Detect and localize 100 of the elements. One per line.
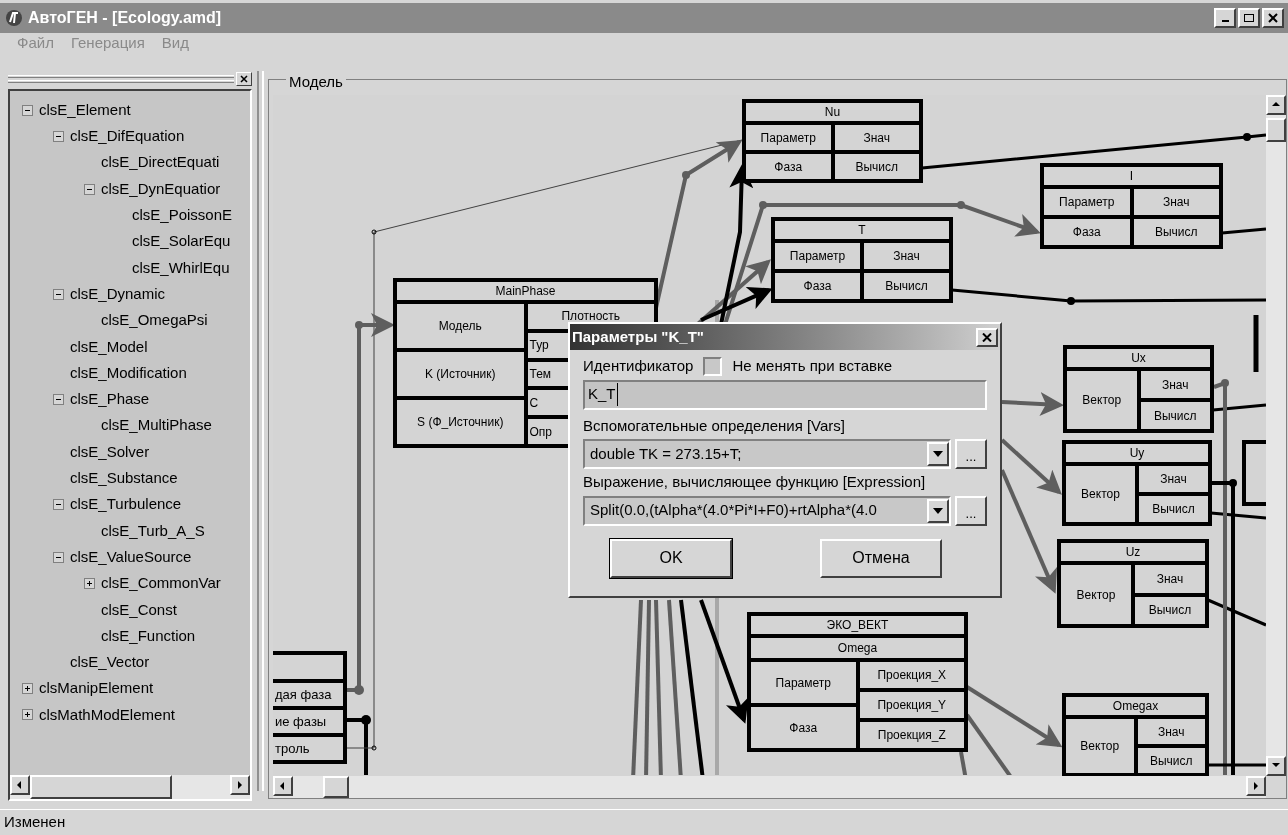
close-icon <box>1268 13 1278 23</box>
minimize-icon <box>1221 20 1229 22</box>
tree-item[interactable]: clsE_Substance <box>70 467 178 490</box>
node-cell: Фаза <box>751 703 856 748</box>
browse-button[interactable]: ... <box>955 439 987 469</box>
tree-item[interactable]: clsE_Const <box>101 598 177 622</box>
node-title: MainPhase <box>397 282 654 304</box>
checkbox[interactable] <box>703 356 723 376</box>
node-cell-text: Модель <box>437 318 483 335</box>
tree-item[interactable]: clsManipElement <box>39 677 154 700</box>
tree-item[interactable]: clsE_ValueSource <box>70 545 192 569</box>
scrollbar-thumb[interactable] <box>30 775 172 799</box>
status-text: Изменен <box>4 812 66 833</box>
expand-toggle-icon[interactable] <box>84 578 95 589</box>
scroll-down-button[interactable] <box>1266 756 1286 776</box>
expand-toggle-icon[interactable] <box>22 709 33 721</box>
node-cell: Проекция_Z <box>859 718 964 748</box>
dialog-button[interactable]: OK <box>610 538 732 578</box>
dropdown-arrow-icon <box>933 451 943 457</box>
scroll-right-button[interactable] <box>230 775 250 795</box>
expand-toggle-icon[interactable] <box>53 551 64 563</box>
node-title: Uz <box>1061 543 1205 565</box>
node-cell: Вычисл <box>1133 215 1219 245</box>
expand-toggle-icon[interactable] <box>84 183 95 195</box>
scroll-left-button[interactable] <box>10 775 30 795</box>
node-cell: Вычисл <box>834 150 919 179</box>
tree-item[interactable]: clsE_WhirlEqu <box>132 256 230 280</box>
close-button[interactable] <box>1262 8 1284 28</box>
scroll-right-button[interactable] <box>1246 776 1266 796</box>
node-cell-text: Параметр <box>788 248 847 265</box>
close-button[interactable] <box>236 72 252 86</box>
tree-item[interactable]: clsE_Dynamic <box>70 282 166 306</box>
expand-toggle-icon[interactable] <box>53 130 64 142</box>
node-cell-text: Знач <box>1160 376 1190 394</box>
tree-item[interactable]: clsE_Modification <box>70 361 187 385</box>
tree-item[interactable]: clsMathModElement <box>39 703 175 727</box>
node-cell: Вычисл <box>1135 592 1205 624</box>
node-cell: K (Источник) <box>397 348 524 396</box>
tree-item[interactable]: clsE_MultiPhase <box>101 414 212 437</box>
scroll-up-button[interactable] <box>1266 95 1286 115</box>
vertical-scrollbar[interactable] <box>1266 95 1286 776</box>
tree-item[interactable]: clsE_Model <box>70 335 148 359</box>
node-cell-text: Знач <box>1161 194 1191 211</box>
browse-button[interactable]: ... <box>955 495 987 526</box>
tree-item[interactable]: clsE_Vector <box>70 651 150 674</box>
expand-toggle-icon[interactable] <box>53 393 64 405</box>
field-label: Выражение, вычисляющее функцию [Expression] <box>583 472 927 492</box>
horizontal-scrollbar[interactable] <box>10 775 250 799</box>
node-cell-text: Проекция_X <box>876 667 948 684</box>
app-logo-icon <box>4 8 24 28</box>
maximize-button[interactable] <box>1238 8 1260 28</box>
node-cell-text: Вектор <box>1079 738 1121 755</box>
tree-item[interactable]: clsE_OmegaPsi <box>101 309 208 332</box>
tree-item[interactable]: clsE_Function <box>101 624 196 648</box>
node-title: Nu <box>746 103 919 125</box>
node-subtitle: Omega <box>751 638 964 662</box>
node-cell: троль <box>273 733 343 760</box>
tree-item[interactable]: clsE_PoissonE <box>132 204 233 227</box>
tree-item[interactable]: clsE_Turb_A_S <box>101 519 205 543</box>
scroll-left-button[interactable] <box>273 776 293 796</box>
identifier-field[interactable]: K_T <box>583 379 987 410</box>
node-cell: Вычисл <box>1140 398 1210 429</box>
expand-toggle-icon[interactable] <box>53 288 64 300</box>
tree-item[interactable]: clsE_Phase <box>70 388 150 411</box>
window-title: АвтоГЕН - [Ecology.amd] <box>28 8 222 28</box>
expand-toggle-icon[interactable] <box>22 104 33 116</box>
scrollbar-thumb[interactable] <box>323 776 349 798</box>
node-title: ЭКО_ВЕКТ <box>751 616 964 638</box>
scrollbar-thumb[interactable] <box>1266 118 1286 142</box>
tree-item[interactable]: clsE_DynEquatior <box>101 177 221 201</box>
dialog-button[interactable]: Отмена <box>820 538 942 578</box>
tree-item[interactable]: clsE_SolarEqu <box>132 230 231 253</box>
expand-toggle-icon[interactable] <box>53 499 64 511</box>
node-cell-text: Знач <box>1155 570 1185 588</box>
tree-item[interactable]: clsE_Element <box>39 98 131 122</box>
expression-combo-box[interactable]: Split(0.0,(tAlpha*(4.0*Pi*I+F0)+rtAlpha*(4.0 <box>583 495 951 526</box>
node-cell-text: Плотность <box>560 308 622 326</box>
node-cell-text: Знач <box>1159 471 1188 488</box>
node-title: Uy <box>1066 444 1208 466</box>
node-cell-text: Параметр <box>1058 194 1116 211</box>
node-cell: Фаза <box>1044 215 1130 245</box>
tree-item[interactable]: clsE_Turbulence <box>70 493 182 516</box>
node-cell-text: Вектор <box>1080 486 1121 503</box>
node-cell-text: Параметр <box>774 674 832 692</box>
tree-item[interactable]: clsE_DirectEquati <box>101 151 220 174</box>
tree-item[interactable]: clsE_CommonVar <box>101 572 221 595</box>
node-title: I <box>1044 167 1219 189</box>
minimize-button[interactable] <box>1214 8 1236 28</box>
close-icon <box>240 75 248 83</box>
close-button[interactable] <box>976 327 998 347</box>
expand-toggle-icon[interactable] <box>22 683 33 695</box>
node-cell-text: Знач <box>892 248 921 265</box>
horizontal-scrollbar[interactable] <box>273 776 1266 798</box>
node-cell: S (Ф_Источник) <box>397 396 524 444</box>
node-cell-text: Знач <box>862 129 891 147</box>
tree-item[interactable]: clsE_DifEquation <box>70 125 185 148</box>
tree-item[interactable]: clsE_Solver <box>70 440 150 464</box>
node-cell-text: Знач <box>1156 723 1186 741</box>
node-cell-text: Параметр <box>759 129 817 147</box>
vars-combo-box[interactable]: double TK = 273.15+T; <box>583 439 951 469</box>
